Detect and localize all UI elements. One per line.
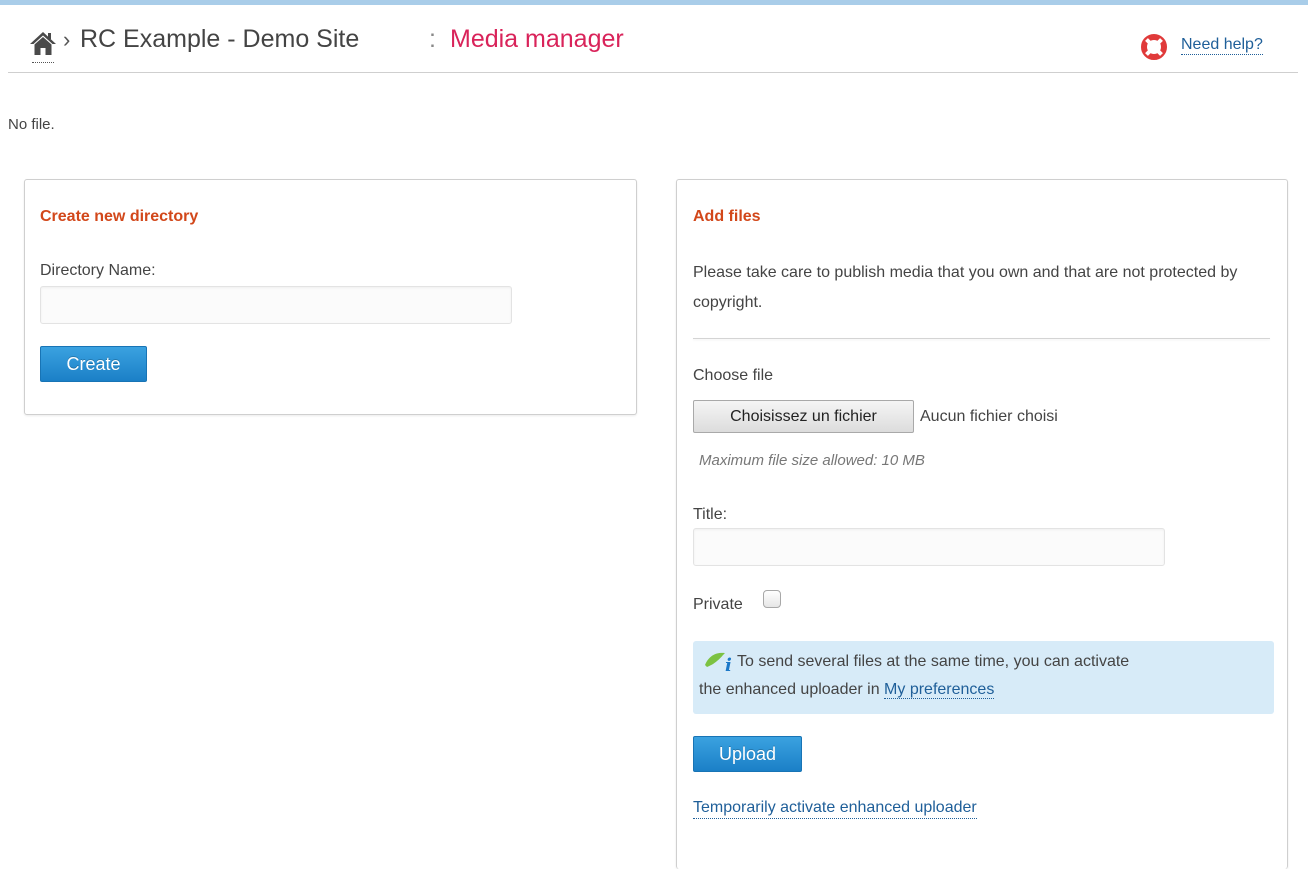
- breadcrumb-separator: ›: [63, 27, 71, 52]
- my-preferences-link[interactable]: My preferences: [884, 681, 995, 699]
- info-notice-box: i To send several files at the same time…: [693, 641, 1274, 714]
- create-button[interactable]: Create: [40, 346, 147, 382]
- breadcrumb-colon: :: [429, 25, 436, 53]
- upload-button[interactable]: Upload: [693, 736, 802, 772]
- title-input[interactable]: [693, 528, 1165, 566]
- choose-file-button[interactable]: Choisissez un fichier: [693, 400, 914, 433]
- section-divider: [693, 338, 1270, 339]
- info-text-line2: the enhanced uploader in My preferences: [699, 681, 995, 699]
- directory-name-input[interactable]: [40, 286, 512, 324]
- page-title: Media manager: [450, 25, 624, 53]
- private-label: Private: [693, 596, 743, 613]
- info-text-line1: To send several files at the same time, …: [737, 653, 1130, 670]
- svg-text:i: i: [725, 655, 732, 673]
- private-checkbox[interactable]: [763, 590, 781, 608]
- add-files-title: Add files: [693, 208, 761, 225]
- title-label: Title:: [693, 506, 728, 523]
- file-status-text: Aucun fichier choisi: [920, 408, 1058, 425]
- breadcrumb-site-name: RC Example - Demo Site: [80, 25, 360, 53]
- create-directory-title: Create new directory: [40, 208, 199, 225]
- lifebuoy-icon[interactable]: [1141, 34, 1167, 60]
- max-file-size-hint: Maximum file size allowed: 10 MB: [699, 452, 925, 469]
- create-directory-panel: Create new directory Directory Name: Cre…: [24, 179, 637, 415]
- status-text: No file.: [8, 116, 55, 133]
- info-leaf-icon: i: [703, 649, 737, 676]
- home-icon[interactable]: [28, 29, 58, 59]
- need-help-link[interactable]: Need help?: [1181, 35, 1263, 55]
- info-text-line2-start: the enhanced uploader in: [699, 681, 880, 698]
- copyright-notice: Please take care to publish media that y…: [693, 264, 1238, 311]
- directory-name-label: Directory Name:: [40, 262, 156, 279]
- activate-enhanced-uploader-link[interactable]: Temporarily activate enhanced uploader: [693, 798, 977, 819]
- home-link-underline: [32, 62, 54, 63]
- choose-file-label: Choose file: [693, 367, 774, 384]
- page-header: › RC Example - Demo Site : Media manager…: [8, 5, 1298, 73]
- add-files-panel: Add files Please take care to publish me…: [676, 179, 1288, 869]
